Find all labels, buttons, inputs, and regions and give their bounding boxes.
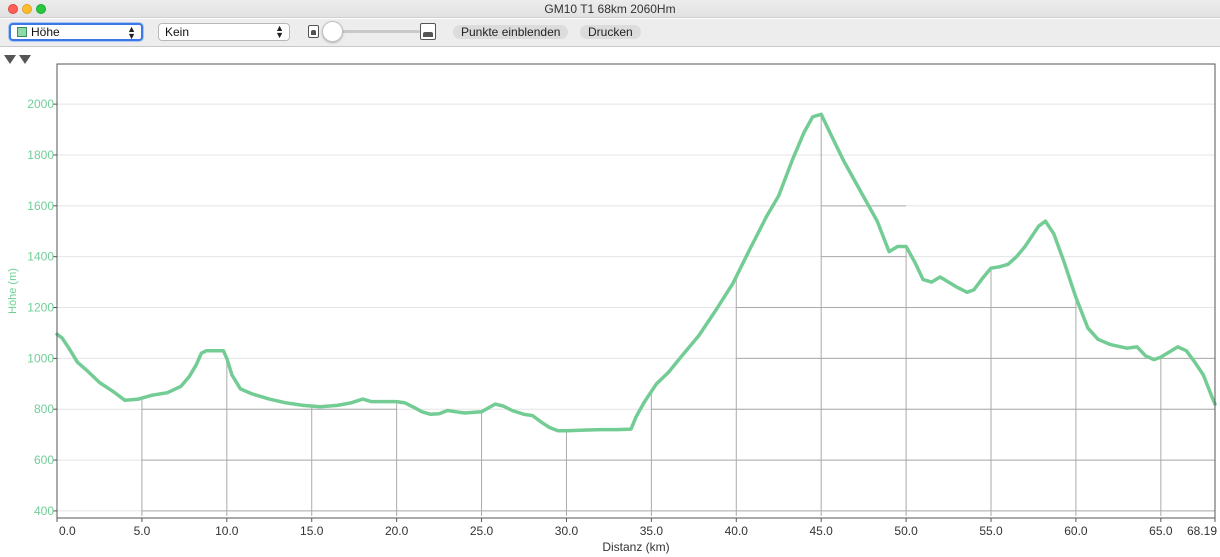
chevron-updown-icon: ▲ ▼ xyxy=(275,23,284,40)
y-axis: 400 600 800 1000 1200 1400 1600 1800 2000 xyxy=(27,97,57,518)
elevation-line xyxy=(55,112,1217,433)
zoom-out-person-icon xyxy=(308,25,319,38)
x-tick-label: 65.0 xyxy=(1149,524,1173,538)
x-tick-label: 50.0 xyxy=(894,524,918,538)
y-tick-label: 400 xyxy=(34,504,54,518)
x-tick-label: 20.0 xyxy=(385,524,409,538)
drop-lines xyxy=(141,114,1215,516)
x-axis-label: Distanz (km) xyxy=(602,540,669,554)
zoom-slider-knob[interactable] xyxy=(322,21,343,42)
x-tick-label: 40.0 xyxy=(725,524,749,538)
x-tick-label: 15.0 xyxy=(300,524,324,538)
y-tick-label: 800 xyxy=(34,402,54,416)
metric-select-value: Höhe xyxy=(31,25,60,39)
toolbar: Höhe ▲ ▼ Kein ▲ ▼ Punkte einblenden Drucke… xyxy=(0,19,1220,47)
elevation-chart: 400 600 800 1000 1200 1400 1600 1800 2000 0.0 5.0… xyxy=(7,63,1217,554)
x-tick-label: 10.0 xyxy=(215,524,239,538)
plot-frame xyxy=(56,63,1216,519)
x-tick-label: 35.0 xyxy=(640,524,664,538)
y-tick-label: 600 xyxy=(34,453,54,467)
window-title: GM10 T1 68km 2060Hm xyxy=(544,2,676,16)
x-axis: 0.0 5.0 10.0 15.0 20.0 25.0 30.0 35.0 40.0 45.0 50… xyxy=(56,518,1217,538)
secondary-select[interactable]: Kein ▲ ▼ xyxy=(158,23,290,41)
title-bar: GM10 T1 68km 2060Hm xyxy=(0,0,1220,18)
x-tick-label: 5.0 xyxy=(134,524,151,538)
color-swatch-icon xyxy=(17,27,27,37)
secondary-select-value: Kein xyxy=(165,25,190,39)
y-tick-label: 2000 xyxy=(27,97,54,111)
x-tick-label: 0.0 xyxy=(59,524,76,538)
y-tick-label: 1800 xyxy=(27,148,54,162)
x-tick-label: 68.19 xyxy=(1187,524,1217,538)
y-axis-label: Höhe (m) xyxy=(7,268,19,314)
x-tick-label: 45.0 xyxy=(810,524,834,538)
print-button[interactable]: Drucken xyxy=(580,25,641,39)
chevron-updown-icon: ▲ ▼ xyxy=(127,24,136,41)
y-tick-label: 1600 xyxy=(27,199,54,213)
x-tick-label: 25.0 xyxy=(470,524,494,538)
y-tick-label: 1000 xyxy=(27,351,54,365)
y-tick-label: 1400 xyxy=(27,250,54,264)
show-points-button[interactable]: Punkte einblenden xyxy=(453,25,569,39)
x-tick-label: 30.0 xyxy=(555,524,579,538)
metric-select[interactable]: Höhe ▲ ▼ xyxy=(9,23,143,41)
y-tick-label: 1200 xyxy=(27,301,54,315)
zoom-in-person-icon xyxy=(420,23,436,40)
x-tick-label: 55.0 xyxy=(979,524,1003,538)
x-tick-label: 60.0 xyxy=(1064,524,1088,538)
